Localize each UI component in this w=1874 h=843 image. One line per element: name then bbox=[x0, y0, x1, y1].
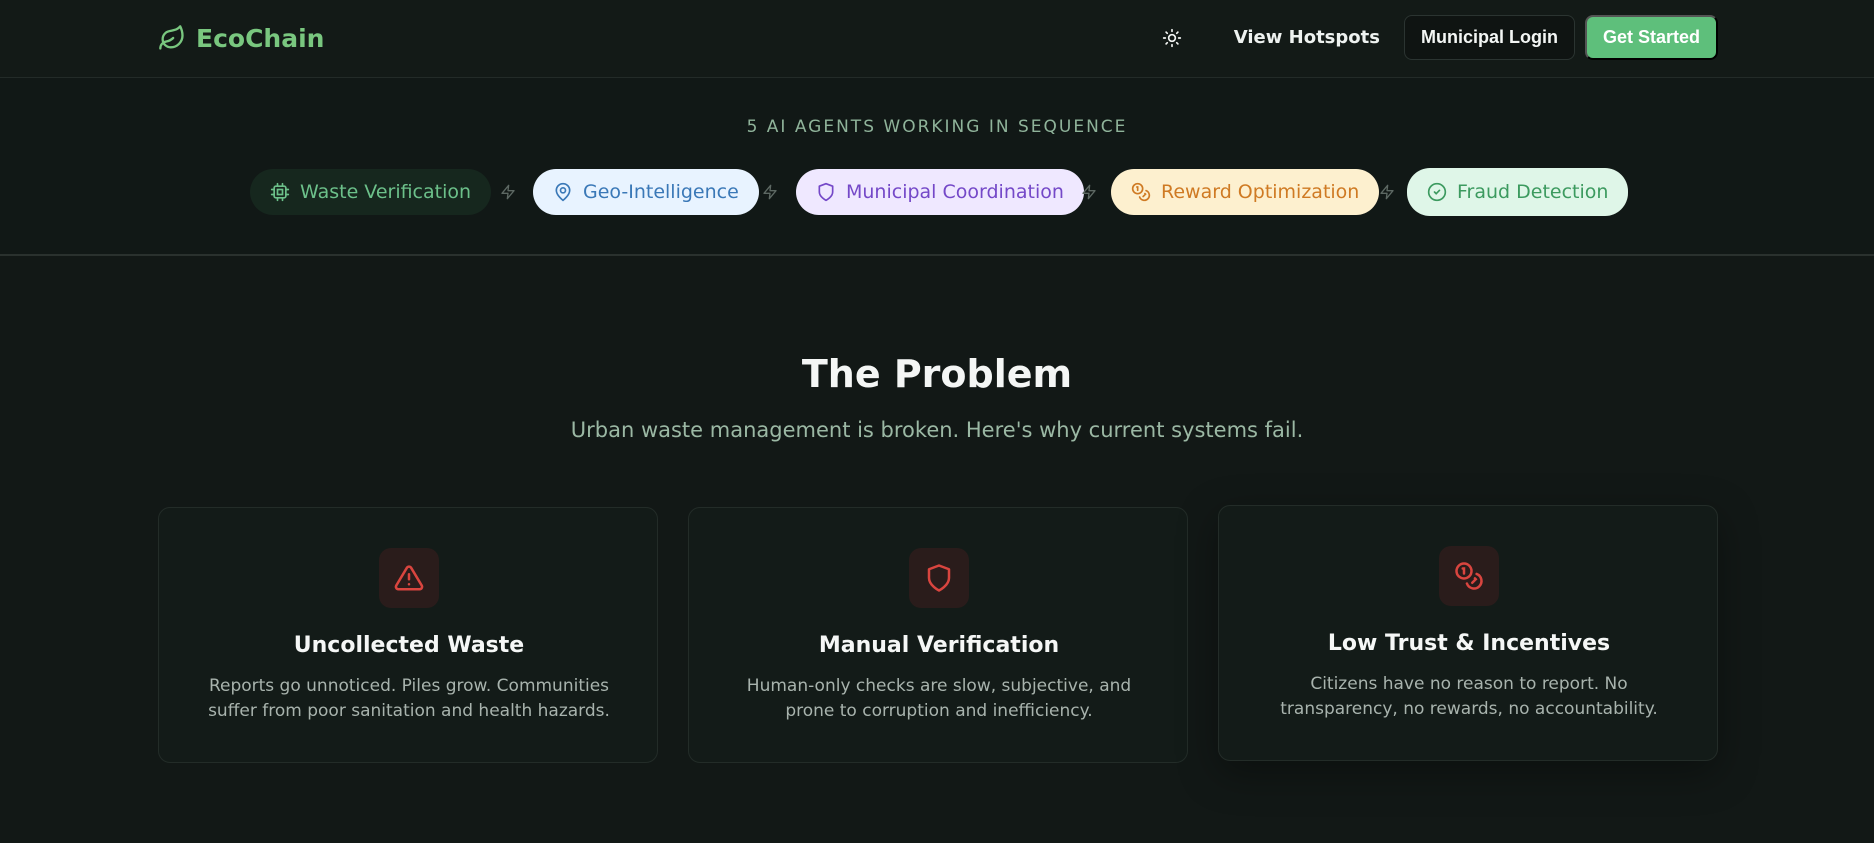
theme-toggle-button[interactable] bbox=[1152, 18, 1192, 58]
municipal-login-button[interactable]: Municipal Login bbox=[1403, 15, 1575, 60]
coins-icon bbox=[1455, 562, 1483, 590]
agent-pill-geo-intelligence[interactable]: Geo-Intelligence bbox=[533, 169, 759, 215]
map-pin-icon bbox=[555, 182, 571, 202]
ai-agents-section: 5 AI AGENTS WORKING IN SEQUENCE Waste Ve… bbox=[0, 78, 1874, 256]
check-circle-icon bbox=[1427, 182, 1447, 202]
card-title: Manual Verification bbox=[818, 633, 1060, 658]
sun-icon bbox=[1162, 28, 1181, 47]
coins-icon bbox=[1131, 182, 1151, 202]
zap-icon bbox=[763, 184, 777, 200]
brand-name: EcoChain bbox=[196, 23, 325, 53]
leaf-icon bbox=[159, 25, 184, 50]
card-title: Low Trust & Incentives bbox=[1327, 631, 1611, 656]
agent-label: Fraud Detection bbox=[1457, 181, 1609, 203]
agent-label: Municipal Coordination bbox=[846, 181, 1064, 203]
problem-card-manual-verification: Manual Verification Human-only checks ar… bbox=[688, 507, 1188, 763]
problem-card-low-trust: Low Trust & Incentives Citizens have no … bbox=[1218, 505, 1718, 761]
agents-heading: 5 AI AGENTS WORKING IN SEQUENCE bbox=[746, 117, 1128, 137]
agent-pill-municipal-coordination[interactable]: Municipal Coordination bbox=[796, 169, 1084, 215]
top-navigation-bar: EcoChain View Hotspots Municipal Login G… bbox=[0, 0, 1874, 78]
shield-icon bbox=[927, 564, 951, 592]
problem-card-uncollected-waste: Uncollected Waste Reports go unnoticed. … bbox=[158, 507, 658, 763]
header-actions: View Hotspots Municipal Login Get Starte… bbox=[1152, 15, 1718, 60]
zap-icon bbox=[501, 184, 515, 200]
agent-label: Geo-Intelligence bbox=[583, 181, 739, 203]
view-hotspots-link[interactable]: View Hotspots bbox=[1210, 15, 1404, 60]
card-description: Human-only checks are slow, subjective, … bbox=[746, 676, 1132, 721]
agent-pill-fraud-detection[interactable]: Fraud Detection bbox=[1407, 168, 1629, 216]
shield-icon bbox=[818, 182, 834, 202]
brand-logo[interactable]: EcoChain bbox=[158, 20, 324, 56]
cpu-icon bbox=[270, 182, 290, 202]
card-description: Reports go unnoticed. Piles grow. Commun… bbox=[208, 676, 610, 721]
card-title: Uncollected Waste bbox=[293, 633, 525, 658]
agent-label: Waste Verification bbox=[300, 181, 472, 203]
zap-icon bbox=[1380, 184, 1394, 200]
problem-section-title: The Problem bbox=[801, 352, 1073, 396]
agent-label: Reward Optimization bbox=[1161, 181, 1360, 203]
get-started-button[interactable]: Get Started bbox=[1584, 15, 1718, 60]
card-description: Citizens have no reason to report. No tr… bbox=[1280, 674, 1658, 719]
agent-pill-waste-verification[interactable]: Waste Verification bbox=[250, 169, 492, 215]
zap-icon bbox=[1082, 184, 1096, 200]
problem-section-subtitle: Urban waste management is broken. Here's… bbox=[570, 418, 1304, 442]
agent-pill-reward-optimization[interactable]: Reward Optimization bbox=[1111, 169, 1380, 215]
alert-triangle-icon bbox=[394, 565, 424, 591]
